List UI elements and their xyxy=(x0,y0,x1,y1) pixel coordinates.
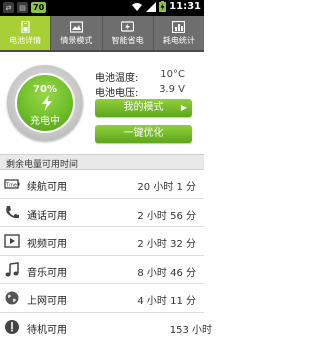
power-icon xyxy=(5,319,19,334)
optimize-label: 一键优化 xyxy=(123,128,164,139)
battery-time-icon: Tme xyxy=(4,179,20,189)
arrow-right-icon: ▶ xyxy=(180,103,187,112)
usage-list: Tme 续航可用 20 小时 1 分 通话可用 2 小时 56 分 视频可用 2… xyxy=(0,170,212,340)
charging-status: 充电中 xyxy=(30,116,60,127)
usage-value: 20 小时 1 分 xyxy=(137,182,196,193)
tab-label: 耗电统计 xyxy=(162,35,195,45)
list-item[interactable]: 待机可用 153 小时 xyxy=(0,313,212,340)
tab-battery-details[interactable]: 电池详情 xyxy=(0,16,52,50)
globe-icon xyxy=(5,291,19,305)
notification-icon: ▤ xyxy=(17,2,28,13)
usage-value: 2 小时 32 分 xyxy=(137,239,196,251)
my-mode-button[interactable]: 我的模式 ▶ xyxy=(95,99,192,117)
list-item[interactable]: Tme 续航可用 20 小时 1 分 xyxy=(0,170,204,199)
section-title: 剩余电量可用时间 xyxy=(6,160,79,170)
clock: 11:31 xyxy=(169,1,201,12)
wifi-icon xyxy=(132,2,143,11)
usage-value: 153 小时 xyxy=(169,324,212,336)
my-mode-label: 我的模式 xyxy=(123,102,164,113)
power-stats-icon xyxy=(172,20,186,33)
tab-label: 电池详情 xyxy=(9,35,42,45)
music-note-icon xyxy=(5,261,19,277)
usage-label: 通话可用 xyxy=(27,210,67,222)
tab-label: 智能省电 xyxy=(111,35,144,45)
voltage-label: 电池电压: xyxy=(95,88,139,99)
temperature-value: 10°C xyxy=(160,69,185,80)
tab-bar: 电池详情 情景模式 智能省电 耗电统计 xyxy=(0,16,204,52)
battery-gauge-face: 70% 充电中 xyxy=(15,73,75,133)
list-item[interactable]: 音乐可用 8 小时 46 分 xyxy=(0,256,204,285)
voltage-row: 电池电压: 3.9 V xyxy=(95,84,201,99)
usage-value: 2 小时 56 分 xyxy=(137,210,196,222)
usage-label: 音乐可用 xyxy=(27,267,67,279)
list-item[interactable]: 通话可用 2 小时 56 分 xyxy=(0,199,204,228)
temperature-label: 电池温度: xyxy=(95,73,139,84)
status-bar: ⇄ ▤ 70 11:31 xyxy=(0,0,204,16)
tab-scene-mode[interactable]: 情景模式 xyxy=(51,16,103,50)
list-item[interactable]: 上网可用 4 小时 11 分 xyxy=(0,284,204,313)
temperature-row: 电池温度: 10°C xyxy=(95,69,201,84)
usage-value: 4 小时 11 分 xyxy=(137,296,196,308)
tab-power-stats[interactable]: 耗电统计 xyxy=(154,16,204,50)
battery-charging-icon xyxy=(159,1,167,12)
svg-text:Tme: Tme xyxy=(5,183,17,189)
smart-saving-icon xyxy=(121,20,135,32)
tab-label: 情景模式 xyxy=(60,35,93,45)
scene-mode-icon xyxy=(69,20,83,33)
video-icon xyxy=(4,234,20,248)
charging-bolt-icon xyxy=(42,95,52,111)
usage-label: 待机可用 xyxy=(27,324,67,336)
voltage-value: 3.9 V xyxy=(159,84,185,95)
phone-icon xyxy=(6,205,19,218)
signal-icon xyxy=(146,1,157,12)
tab-smart-saving[interactable]: 智能省电 xyxy=(103,16,154,50)
battery-details-icon xyxy=(21,20,30,33)
usage-label: 上网可用 xyxy=(27,296,67,308)
usb-icon: ⇄ xyxy=(3,2,14,13)
list-item[interactable]: 视频可用 2 小时 32 分 xyxy=(0,227,204,256)
usage-label: 视频可用 xyxy=(27,239,67,251)
section-header: 剩余电量可用时间 xyxy=(0,154,204,170)
battery-panel: 70% 充电中 电池温度: 10°C 电池电压: 3.9 V 我的模式 ▶ 一键… xyxy=(0,52,204,152)
usage-label: 续航可用 xyxy=(27,182,67,193)
optimize-button[interactable]: 一键优化 xyxy=(95,125,192,143)
battery-level-badge: 70 xyxy=(31,2,47,13)
battery-percent: 70% xyxy=(33,84,57,95)
battery-gauge: 70% 充电中 xyxy=(7,65,83,141)
usage-value: 8 小时 46 分 xyxy=(137,267,196,279)
